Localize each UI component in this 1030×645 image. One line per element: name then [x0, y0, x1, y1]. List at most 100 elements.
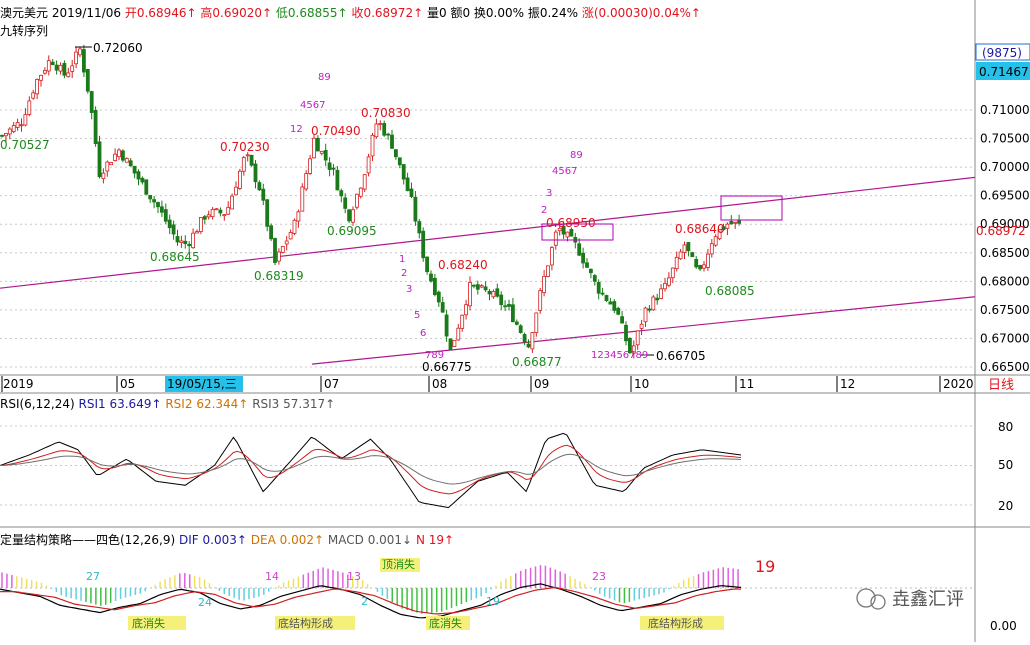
annotation: 0.68319: [254, 269, 304, 283]
x-tick-selected: 19/05/15,三: [167, 377, 237, 391]
amount: 额0: [450, 6, 471, 20]
candle-body: [589, 268, 593, 274]
x-tick: 07: [324, 377, 339, 391]
seq-digit: 5: [414, 310, 420, 321]
candle-body: [538, 290, 543, 311]
candle-body: [241, 157, 246, 172]
candle-body: [620, 316, 624, 324]
candle-body: [230, 195, 235, 210]
candle-body: [370, 134, 375, 157]
candle-body: [273, 238, 277, 263]
period-label[interactable]: 日线: [988, 378, 1014, 393]
rsi1-label: RSI1: [78, 397, 106, 411]
candle-body: [124, 158, 129, 163]
watermark: 垚鑫汇评: [892, 589, 964, 610]
candle-body: [468, 282, 472, 307]
seq-digit: 6: [420, 328, 426, 339]
candle-body: [354, 193, 359, 208]
header-row: 澳元美元 2019/11/06 开0.68946↑ 高0.69020↑ 低0.6…: [0, 4, 701, 21]
n-label: N: [415, 533, 425, 547]
symbol-name: 澳元美元: [0, 6, 49, 20]
seq-digit: 12: [290, 124, 303, 135]
high-label: 高: [200, 6, 213, 20]
macd-big-number: 19: [755, 557, 775, 576]
candle-body: [245, 154, 250, 157]
seq-digit: 1: [399, 254, 405, 265]
rsi2-label: RSI2: [165, 397, 193, 411]
candle-body: [132, 165, 137, 174]
rsi3-line: [0, 453, 742, 485]
macd-signal-label: 底结构形成: [278, 616, 333, 630]
price-tick: 0.66500: [980, 360, 1030, 374]
candle-body: [148, 195, 153, 200]
macd-signal-label: 底结构形成: [648, 616, 703, 630]
rsi-grid: [0, 425, 975, 506]
annotation: 0.70830: [361, 106, 411, 120]
x-tick: 08: [432, 377, 447, 391]
candle-body: [425, 256, 430, 273]
candle-body: [518, 325, 523, 333]
candle-body: [655, 297, 660, 301]
candle-body: [667, 277, 671, 286]
candle-body: [327, 162, 332, 170]
close-value: 0.68972↑: [363, 6, 424, 20]
seq-digit: 3: [406, 284, 412, 295]
candle-body: [179, 240, 184, 243]
x-tick: 09: [534, 377, 549, 391]
x-tick: 05: [120, 377, 135, 391]
close-label: 收: [351, 6, 364, 20]
candle-body: [444, 314, 449, 337]
candle-body: [70, 65, 75, 72]
candle-body: [397, 157, 402, 166]
price-tick: 0.68500: [980, 246, 1030, 260]
change: 涨(0.00030)0.04%↑: [581, 6, 701, 20]
annotation: 0.70527: [0, 138, 50, 152]
candle-body: [678, 251, 683, 260]
candle-body: [542, 275, 546, 294]
candle-body: [191, 232, 196, 249]
price-tick: 0.67500: [980, 303, 1030, 317]
dif-value: 0.003↑: [202, 533, 247, 547]
rsi1-value: 63.649↑: [109, 397, 162, 411]
candle-body: [284, 240, 289, 245]
candle-body: [54, 64, 59, 71]
candle-body: [713, 236, 718, 246]
price-tick: 0.69500: [980, 189, 1030, 203]
candle-body: [487, 290, 492, 295]
candle-body: [569, 228, 574, 237]
rsi-title: RSI(6,12,24): [0, 397, 75, 411]
macd-labels: 底消失 底结构形成 顶消失 底消失 底结构形成 27 24 14 13 2 19…: [86, 557, 724, 630]
macd-count: 2: [361, 595, 368, 608]
x-axis-markers: [1, 376, 941, 392]
candle-body: [46, 60, 51, 72]
annotation: 0.68240: [438, 258, 488, 272]
candle-body: [604, 295, 609, 301]
candle-body: [413, 196, 418, 222]
candle-body: [706, 253, 710, 268]
candle-body: [522, 334, 527, 343]
price-y-ticks: 0.710000.705000.700000.695000.690000.685…: [980, 103, 1030, 374]
macd-count: 24: [198, 596, 212, 609]
candle-body: [218, 209, 223, 214]
candle-body: [670, 267, 675, 279]
annotation: 0.68085: [705, 284, 755, 298]
price-tick: 0.71000: [980, 103, 1030, 117]
candle-body: [608, 301, 613, 305]
macd-count: 14: [265, 570, 279, 583]
candle-body: [647, 308, 652, 311]
candle-body: [315, 137, 320, 152]
candle-body: [464, 304, 469, 316]
candle-body: [31, 92, 36, 99]
candle-body: [144, 179, 149, 195]
candle-body: [237, 170, 242, 189]
candle-body: [690, 252, 695, 258]
indicator-name: 九转序列: [0, 24, 49, 38]
candle-body: [390, 134, 394, 149]
candle-body: [553, 231, 558, 246]
candle-body: [308, 158, 313, 174]
rsi-tick: 20: [998, 499, 1013, 513]
rsi3-value: 57.317↑: [283, 397, 336, 411]
candle-body: [19, 124, 24, 127]
price-tick: 0.70500: [980, 132, 1030, 146]
candle-body: [514, 321, 519, 325]
